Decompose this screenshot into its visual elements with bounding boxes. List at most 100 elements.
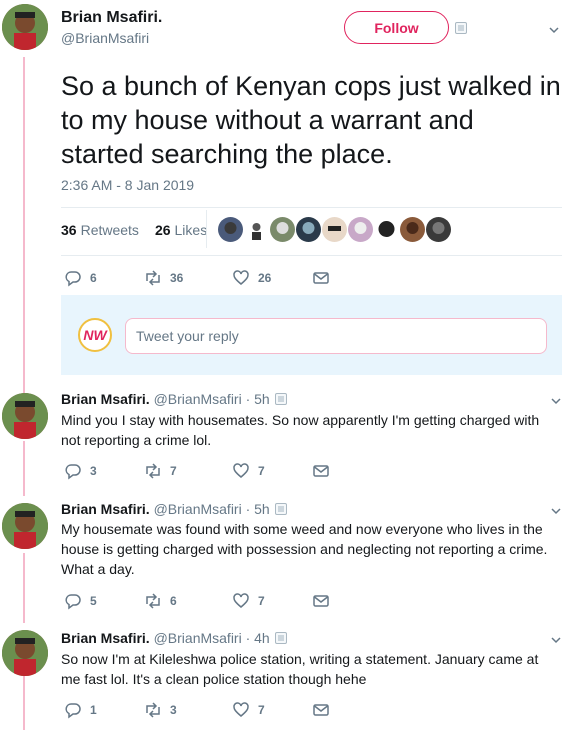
reply-header: Brian Msafiri. @BrianMsafiri · 5h <box>61 501 270 517</box>
author-name[interactable]: Brian Msafiri. <box>61 9 162 27</box>
envelope-icon <box>313 704 329 716</box>
thread-line <box>23 670 25 730</box>
like-count: 7 <box>258 464 265 478</box>
tweet-timestamp[interactable]: 2:36 AM - 8 Jan 2019 <box>61 177 194 193</box>
dm-action[interactable] <box>312 592 330 610</box>
reply-header: Brian Msafiri. @BrianMsafiri · 4h <box>61 630 270 646</box>
tweet-actions: 6 36 26 <box>64 269 330 287</box>
author-avatar[interactable] <box>2 630 48 676</box>
retweet-icon <box>146 702 160 718</box>
reply-composer: NW Tweet your reply <box>61 295 562 375</box>
heart-icon <box>233 593 249 608</box>
retweet-action[interactable]: 36 <box>144 269 232 287</box>
reply-text: So now I'm at Kileleshwa police station,… <box>61 651 539 687</box>
author-avatar[interactable] <box>2 393 48 439</box>
envelope-icon <box>313 465 329 477</box>
reply-meta[interactable]: @BrianMsafiri · 4h <box>154 630 270 646</box>
retweet-count: 3 <box>170 703 177 717</box>
like-action[interactable]: 7 <box>232 701 312 719</box>
retweet-icon <box>146 270 160 286</box>
liker-avatar[interactable] <box>348 217 373 242</box>
image-icon <box>275 503 287 515</box>
author-handle[interactable]: @BrianMsafiri <box>61 30 149 46</box>
reply-icon <box>65 464 81 480</box>
heart-icon <box>233 463 249 478</box>
reply-count: 3 <box>90 464 97 478</box>
reply-count: 1 <box>90 703 97 717</box>
retweet-count: 36 <box>170 271 184 285</box>
author-avatar[interactable] <box>2 4 48 50</box>
tweet-actions: 1 3 7 <box>64 701 330 719</box>
like-action[interactable]: 26 <box>232 269 312 287</box>
reply-text: My housemate was found with some weed an… <box>61 521 548 577</box>
tweet-stats: 36 Retweets 26 Likes <box>61 222 207 238</box>
tweet-actions: 3 7 7 <box>64 462 330 480</box>
thread-line <box>23 57 25 395</box>
liker-avatar[interactable] <box>426 217 451 242</box>
liker-avatar[interactable] <box>374 217 399 242</box>
reply-input[interactable]: Tweet your reply <box>125 318 547 354</box>
reply-action[interactable]: 3 <box>64 462 144 480</box>
liker-avatar[interactable] <box>400 217 425 242</box>
dm-action[interactable] <box>312 269 330 287</box>
author-avatar[interactable] <box>2 503 48 549</box>
retweet-action[interactable]: 6 <box>144 592 232 610</box>
heart-icon <box>233 270 249 285</box>
liker-avatars <box>218 217 451 242</box>
reply-icon <box>65 271 81 287</box>
thread-line <box>23 441 25 496</box>
reply-meta[interactable]: @BrianMsafiri · 5h <box>154 391 270 407</box>
retweet-action[interactable]: 7 <box>144 462 232 480</box>
reply-text: Mind you I stay with housemates. So now … <box>61 412 540 448</box>
retweets-count[interactable]: 36 <box>61 222 77 238</box>
liker-avatar[interactable] <box>296 217 321 242</box>
reply-header: Brian Msafiri. @BrianMsafiri · 5h <box>61 391 270 407</box>
divider <box>61 207 562 208</box>
liker-avatar[interactable] <box>322 217 347 242</box>
likes-label[interactable]: Likes <box>175 222 208 238</box>
chevron-down-icon[interactable] <box>551 635 561 645</box>
tweet-actions: 5 6 7 <box>64 592 330 610</box>
chevron-down-icon[interactable] <box>551 396 561 406</box>
reply-icon <box>65 594 81 610</box>
envelope-icon <box>313 595 329 607</box>
dm-action[interactable] <box>312 462 330 480</box>
chevron-down-icon[interactable] <box>549 25 559 35</box>
retweet-icon <box>146 463 160 479</box>
chevron-down-icon[interactable] <box>551 506 561 516</box>
stats-separator <box>206 210 207 248</box>
follow-button[interactable]: Follow <box>344 11 449 44</box>
liker-avatar[interactable] <box>218 217 243 242</box>
heart-icon <box>233 702 249 717</box>
image-icon <box>275 393 287 405</box>
reply-action[interactable]: 1 <box>64 701 144 719</box>
tweet-text: So a bunch of Kenyan cops just walked in… <box>61 71 561 169</box>
like-count: 7 <box>258 703 265 717</box>
liker-avatar[interactable] <box>244 217 269 242</box>
reply-author-name[interactable]: Brian Msafiri. <box>61 391 150 407</box>
current-user-avatar: NW <box>78 318 112 352</box>
reply-action[interactable]: 5 <box>64 592 144 610</box>
like-action[interactable]: 7 <box>232 592 312 610</box>
image-icon <box>275 632 287 644</box>
reply-count: 5 <box>90 594 97 608</box>
reply-count: 6 <box>90 271 97 285</box>
like-count: 7 <box>258 594 265 608</box>
envelope-icon <box>313 272 329 284</box>
reply-meta[interactable]: @BrianMsafiri · 5h <box>154 501 270 517</box>
retweets-label[interactable]: Retweets <box>81 222 139 238</box>
reply-author-name[interactable]: Brian Msafiri. <box>61 630 150 646</box>
liker-avatar[interactable] <box>270 217 295 242</box>
reply-author-name[interactable]: Brian Msafiri. <box>61 501 150 517</box>
retweet-count: 6 <box>170 594 177 608</box>
reply-icon <box>65 703 81 719</box>
retweet-action[interactable]: 3 <box>144 701 232 719</box>
dm-action[interactable] <box>312 701 330 719</box>
thread-line <box>23 553 25 623</box>
divider <box>61 255 562 256</box>
like-count: 26 <box>258 271 272 285</box>
reply-action[interactable]: 6 <box>64 269 144 287</box>
likes-count[interactable]: 26 <box>155 222 171 238</box>
like-action[interactable]: 7 <box>232 462 312 480</box>
retweet-icon <box>146 593 160 609</box>
